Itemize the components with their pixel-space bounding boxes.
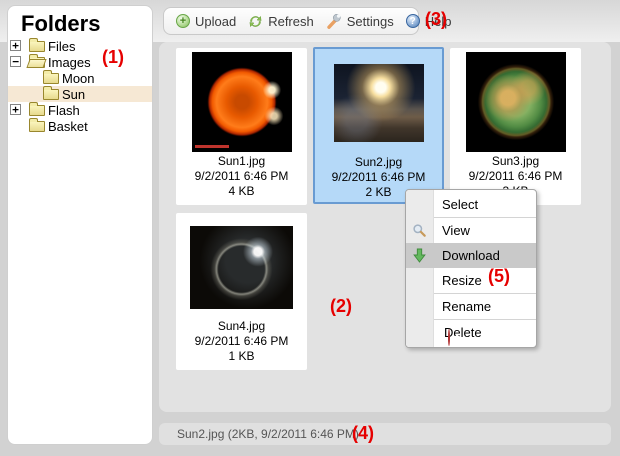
expand-toggle-icon[interactable]: +: [10, 104, 21, 115]
file-date: 9/2/2011 6:46 PM: [195, 169, 289, 184]
sun4-thumbnail: [190, 226, 293, 309]
file-size: 4 KB: [228, 184, 254, 199]
upload-button[interactable]: Upload: [170, 10, 242, 32]
file-tile-sun4[interactable]: Sun4.jpg 9/2/2011 6:46 PM 1 KB: [176, 213, 307, 370]
menu-item-download-highlighted[interactable]: Download: [406, 243, 536, 268]
menu-item-delete[interactable]: Delete: [406, 320, 536, 345]
delete-icon: [448, 329, 450, 346]
status-bar: Sun2.jpg (2KB, 9/2/2011 6:46 PM): [159, 423, 611, 445]
file-name: Sun1.jpg: [218, 154, 265, 169]
tree-item-label: Flash: [48, 103, 80, 118]
file-date: 9/2/2011 6:46 PM: [332, 170, 426, 185]
upload-icon: [176, 14, 190, 28]
help-icon: [406, 14, 420, 28]
tree-item-flash[interactable]: + Flash: [8, 102, 152, 118]
file-name: Sun4.jpg: [218, 319, 265, 334]
context-menu: Select View Download Resize Rename Delet…: [405, 189, 537, 348]
settings-icon: [326, 13, 342, 29]
file-size: 2 KB: [365, 185, 391, 200]
menu-item-view[interactable]: View: [406, 218, 536, 243]
folder-icon: [29, 105, 45, 116]
menu-item-select[interactable]: Select: [406, 192, 536, 217]
file-date: 9/2/2011 6:46 PM: [195, 334, 289, 349]
tree-item-basket[interactable]: Basket: [8, 118, 152, 134]
file-size: 1 KB: [228, 349, 254, 364]
menu-item-rename[interactable]: Rename: [406, 294, 536, 319]
file-tile-sun1[interactable]: Sun1.jpg 9/2/2011 6:46 PM 4 KB: [176, 48, 307, 205]
annotation-2: (2): [330, 296, 352, 317]
sidebar-title: Folders: [21, 11, 100, 37]
upload-button-label: Upload: [195, 14, 236, 29]
collapse-toggle-icon[interactable]: −: [10, 56, 21, 67]
file-tile-sun3[interactable]: Sun3.jpg 9/2/2011 6:46 PM 3 KB: [450, 48, 581, 205]
refresh-icon: [248, 14, 263, 29]
refresh-button-label: Refresh: [268, 14, 314, 29]
menu-item-label: Download: [442, 248, 500, 263]
folder-icon: [29, 121, 45, 132]
tree-item-moon[interactable]: Moon: [8, 70, 152, 86]
sun1-thumbnail: [192, 52, 292, 152]
toolbar: Upload Refresh Settings Help: [163, 7, 419, 35]
folder-icon: [43, 73, 59, 84]
settings-button[interactable]: Settings: [320, 10, 400, 32]
thumbnail-box: [192, 50, 292, 154]
tree-item-images[interactable]: − Images: [8, 54, 152, 70]
folder-icon: [29, 41, 45, 52]
tree-item-label: Files: [48, 39, 75, 54]
folder-icon: [43, 89, 59, 100]
file-tile-sun2-selected[interactable]: Sun2.jpg 9/2/2011 6:46 PM 2 KB: [313, 47, 444, 204]
menu-item-label: Resize: [442, 273, 482, 288]
menu-item-label: View: [442, 223, 470, 238]
status-bar-text: Sun2.jpg (2KB, 9/2/2011 6:46 PM): [177, 427, 359, 441]
expand-toggle-icon[interactable]: +: [10, 40, 21, 51]
tree-item-sun-selected[interactable]: Sun: [8, 86, 152, 102]
file-manager-window: Folders + Files − Images Moon Sun +: [0, 0, 620, 456]
annotation-4: (4): [352, 423, 374, 444]
photo-watermark: [195, 145, 229, 148]
menu-item-label: Select: [442, 197, 478, 212]
magnifier-icon: [412, 223, 427, 238]
annotation-5: (5): [488, 266, 510, 287]
sun2-thumbnail: [334, 64, 424, 142]
tree-item-files[interactable]: + Files: [8, 38, 152, 54]
folders-sidebar: Folders + Files − Images Moon Sun +: [7, 5, 153, 445]
menu-item-label: Rename: [442, 299, 491, 314]
annotation-3: (3): [425, 9, 447, 30]
thumbnail-box: [334, 51, 424, 155]
sun3-thumbnail: [466, 52, 566, 152]
tree-item-label: Sun: [62, 87, 85, 102]
file-name: Sun2.jpg: [355, 155, 402, 170]
menu-item-resize[interactable]: Resize: [406, 268, 536, 293]
annotation-1: (1): [102, 47, 124, 68]
file-date: 9/2/2011 6:46 PM: [469, 169, 563, 184]
tree-item-label: Images: [48, 55, 91, 70]
settings-button-label: Settings: [347, 14, 394, 29]
file-name: Sun3.jpg: [492, 154, 539, 169]
thumbnail-box: [466, 50, 566, 154]
download-arrow-icon: [412, 248, 427, 263]
tree-item-label: Moon: [62, 71, 95, 86]
open-folder-icon: [29, 57, 45, 68]
tree-item-label: Basket: [48, 119, 88, 134]
folder-tree: + Files − Images Moon Sun + Flash: [8, 38, 152, 134]
refresh-button[interactable]: Refresh: [242, 10, 320, 32]
thumbnail-box: [190, 215, 293, 319]
